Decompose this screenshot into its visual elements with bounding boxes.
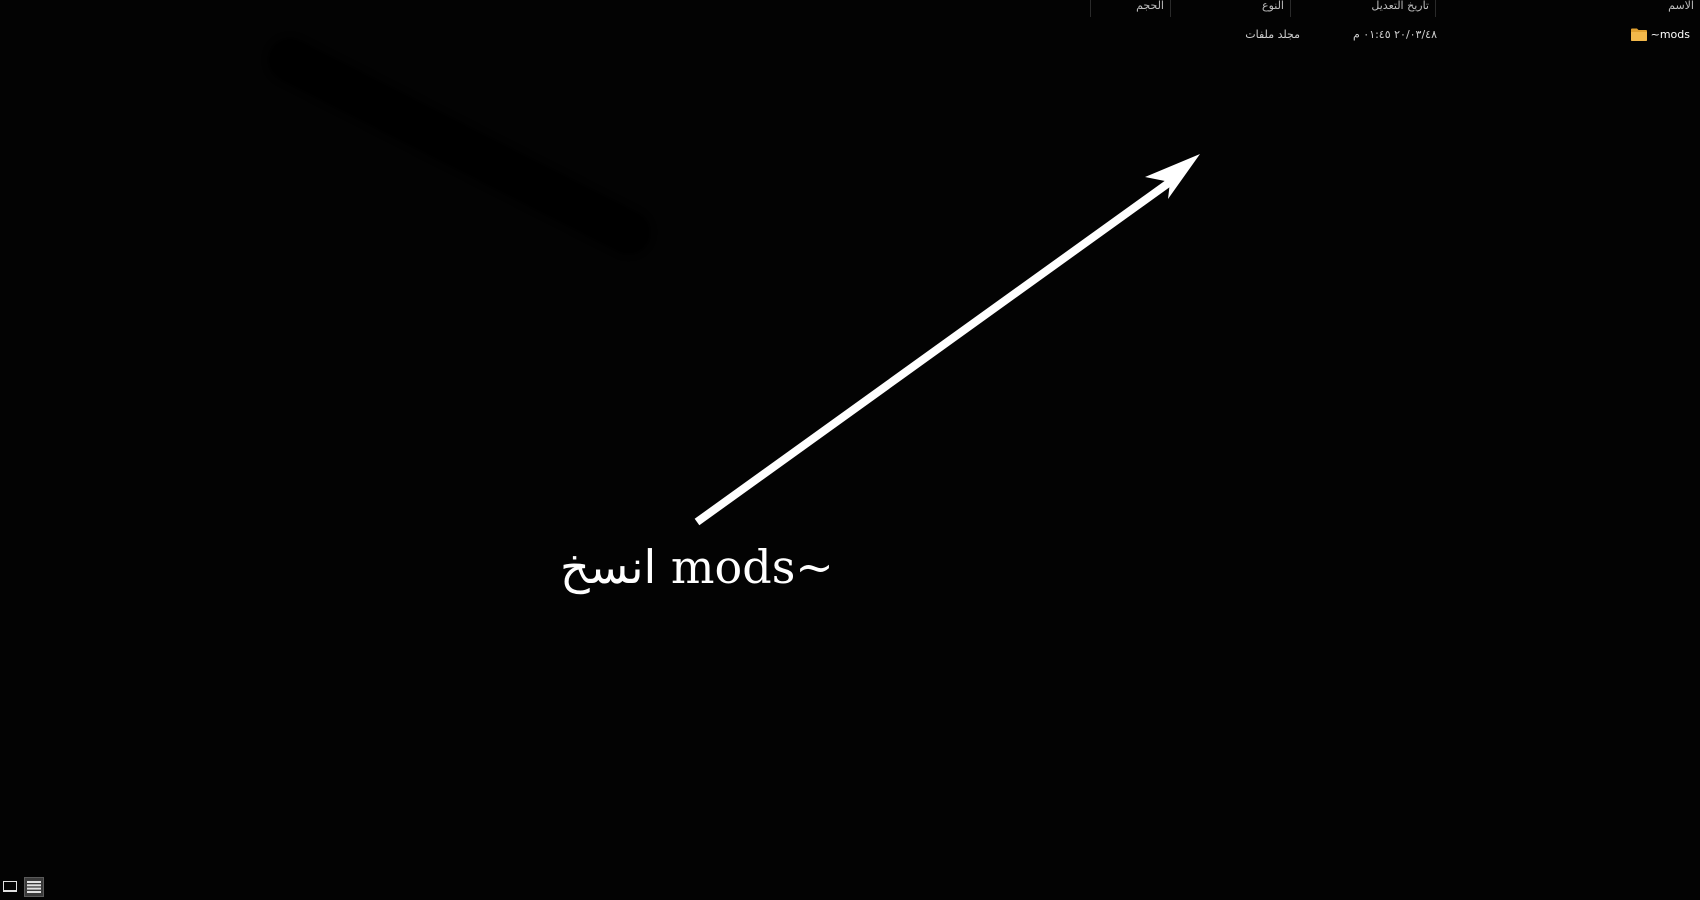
file-name-cell: mods~ (1630, 28, 1690, 41)
details-view-icon (3, 881, 17, 892)
column-header-size-label: الحجم (1136, 0, 1164, 12)
file-name: mods~ (1650, 28, 1690, 41)
column-header-date-modified[interactable]: تاريخ التعديل (1290, 0, 1435, 17)
details-view-button[interactable] (0, 877, 20, 897)
file-type-cell: مجلد ملفات (1245, 28, 1300, 41)
column-header-type[interactable]: النوع (1170, 0, 1290, 17)
column-header-type-label: النوع (1262, 0, 1284, 12)
list-view-icon (27, 881, 41, 893)
annotation-text: انسخ mods~ (560, 540, 834, 594)
arrow-head-icon (1145, 154, 1200, 199)
column-header-name[interactable]: الاسم (1435, 0, 1700, 17)
folder-icon (1630, 28, 1647, 41)
file-date-cell: ٢٠/٠٣/٤٨ ٠١:٤٥ م (1352, 28, 1437, 41)
list-view-button[interactable] (24, 877, 44, 897)
annotation-arrow (694, 154, 1200, 526)
black-smudge-mark (263, 33, 656, 260)
file-explorer-window: الاسم تاريخ التعديل النوع الحجم mods~ ٢٠… (0, 0, 1700, 900)
column-header-name-label: الاسم (1668, 0, 1694, 12)
column-header-date-label: تاريخ التعديل (1371, 0, 1429, 12)
column-header-size[interactable]: الحجم (1090, 0, 1170, 17)
file-row-mods[interactable]: mods~ ٢٠/٠٣/٤٨ ٠١:٤٥ م مجلد ملفات (1090, 26, 1700, 46)
view-toggle (0, 874, 44, 900)
